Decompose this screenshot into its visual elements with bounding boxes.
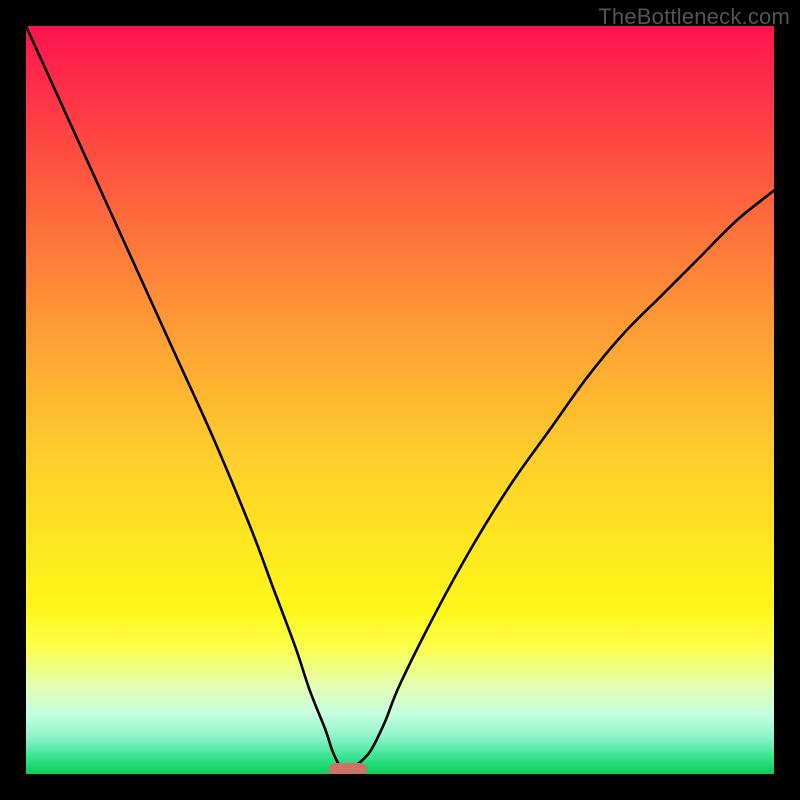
bottleneck-curve [26, 26, 774, 774]
chart-frame: TheBottleneck.com [0, 0, 800, 800]
watermark-text: TheBottleneck.com [598, 4, 790, 30]
plot-area [26, 26, 774, 774]
optimal-marker [329, 763, 367, 774]
